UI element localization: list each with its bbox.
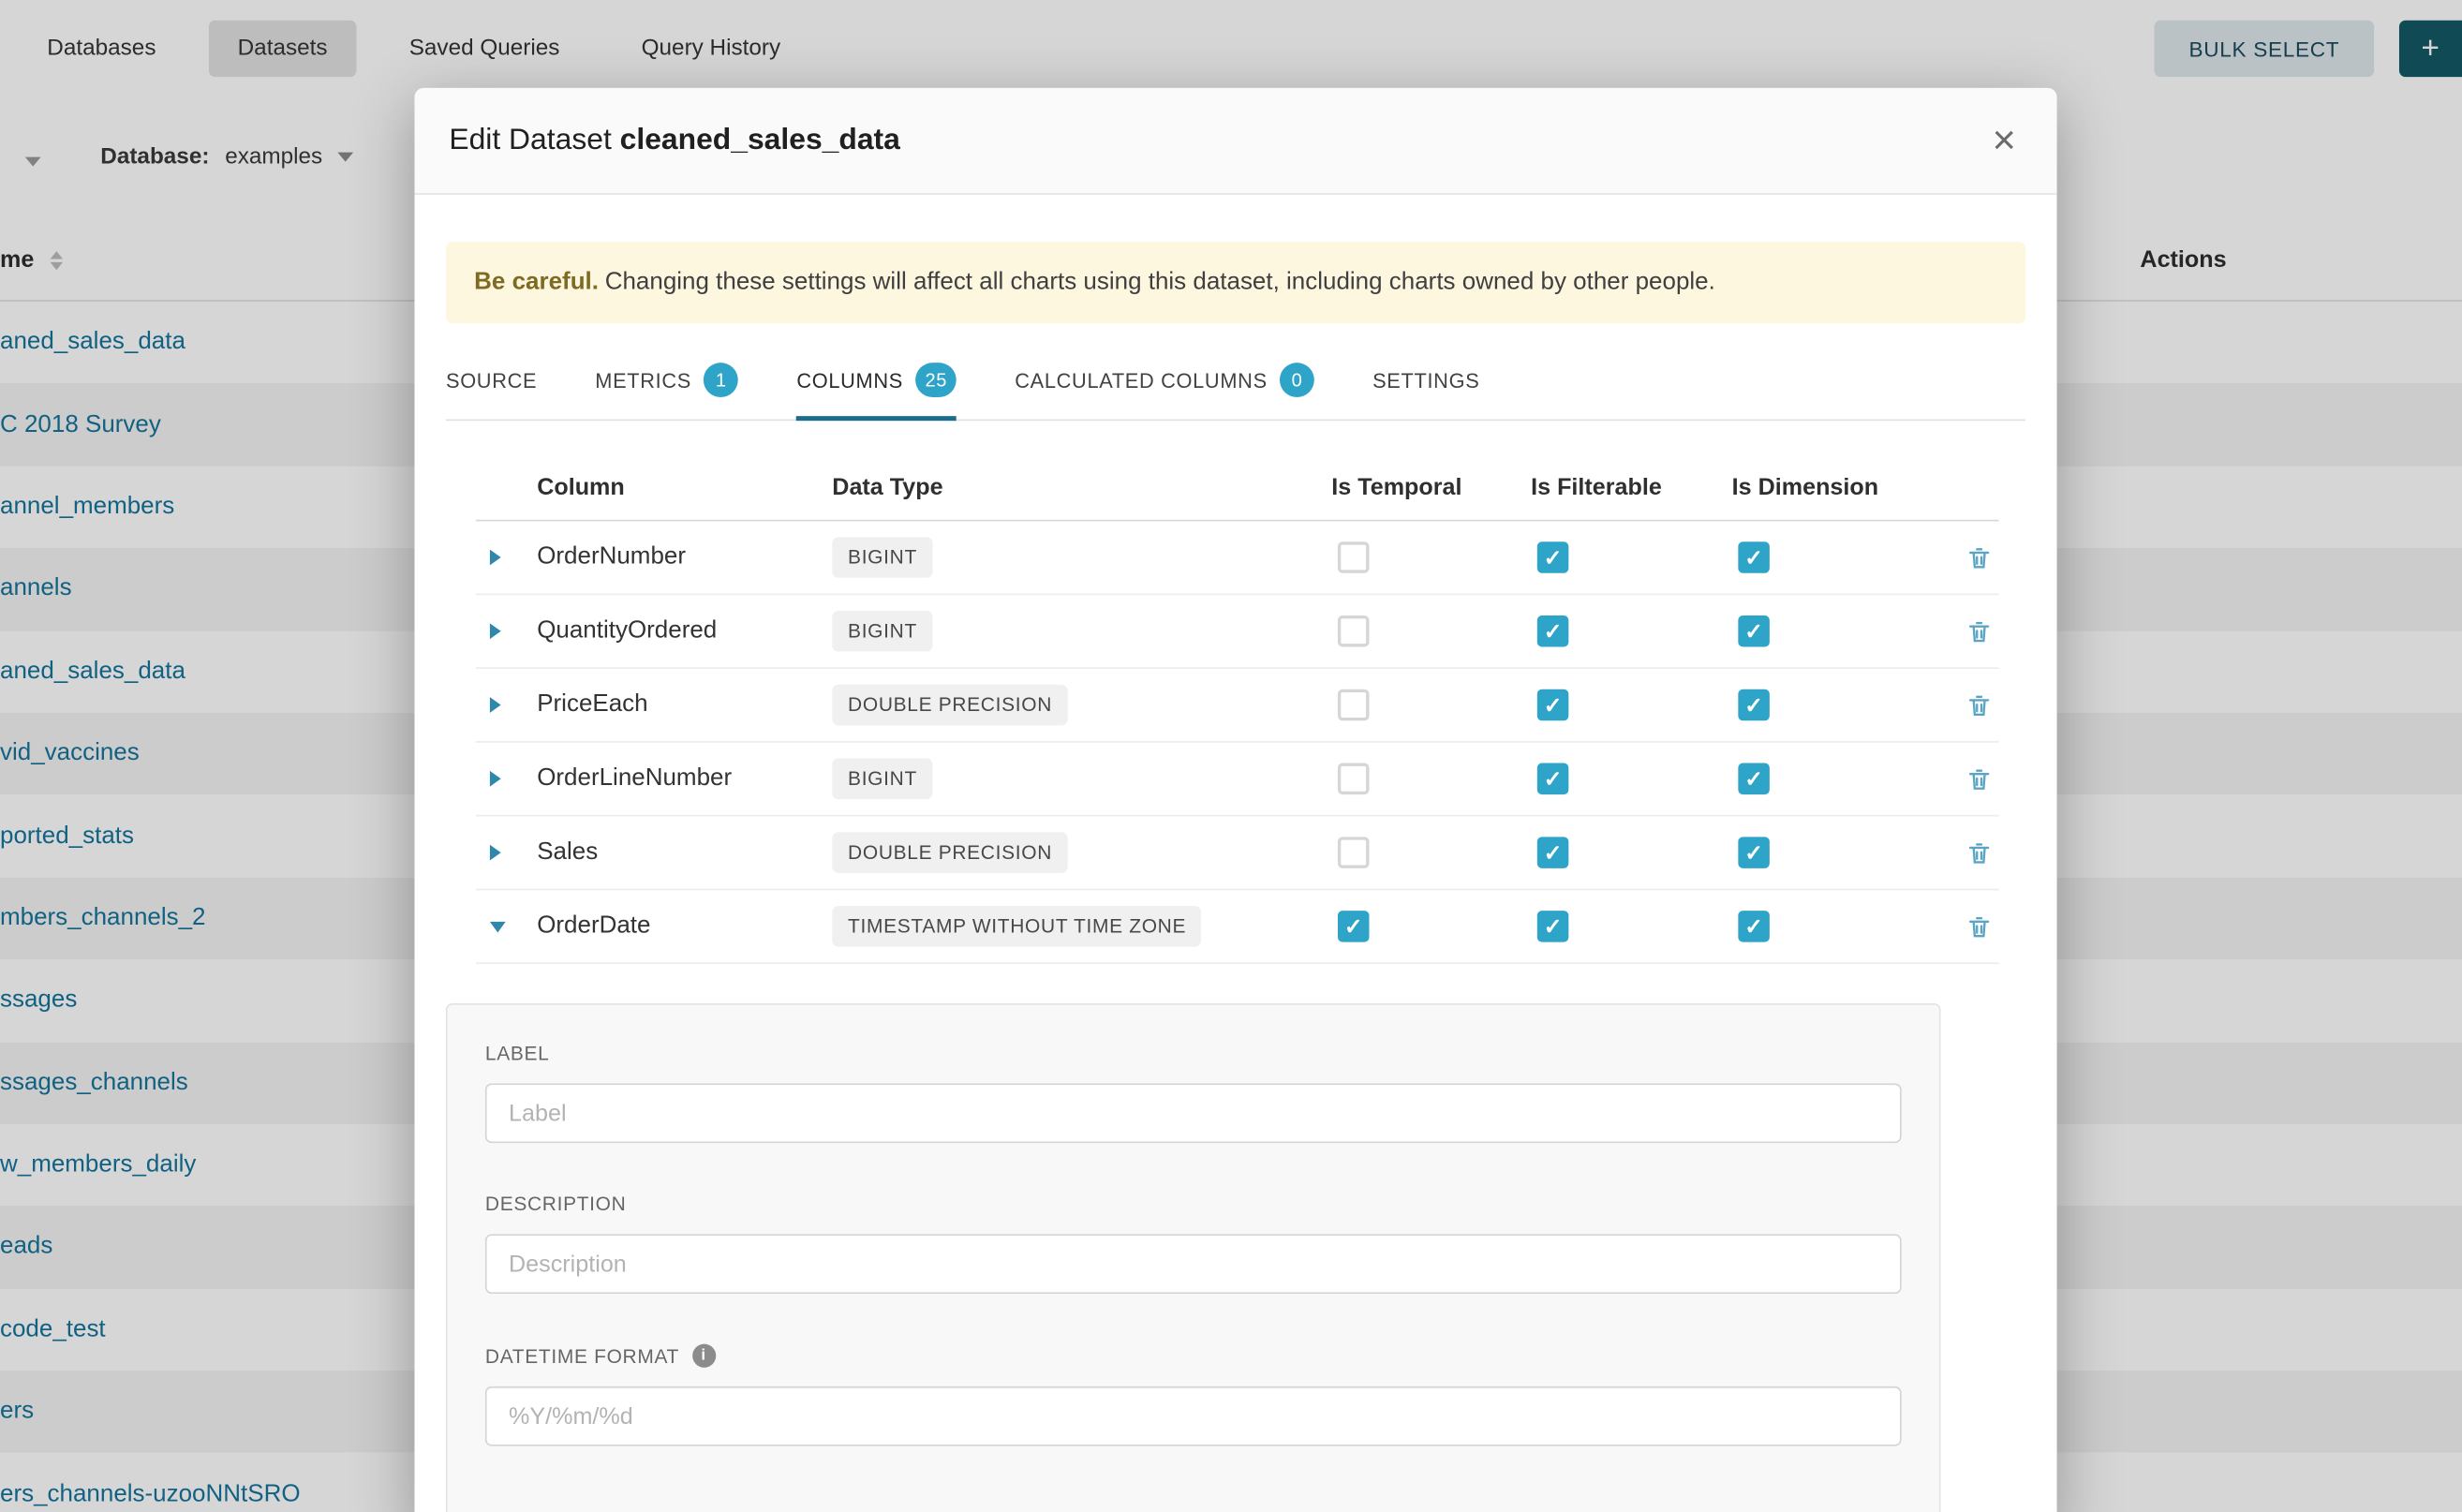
is-temporal-checkbox[interactable] xyxy=(1338,763,1370,795)
header-column: Column xyxy=(537,474,832,500)
is-dimension-checkbox[interactable] xyxy=(1738,615,1770,647)
column-row: PriceEach DOUBLE PRECISION xyxy=(476,669,1999,743)
modal-tabs: SOURCE METRICS 1 COLUMNS 25 CALCULATED C… xyxy=(446,346,2025,421)
close-icon[interactable]: × xyxy=(1980,113,2028,167)
modal-header: Edit Dataset cleaned_sales_data × xyxy=(414,88,2056,195)
datetime-format-field-label: DATETIME FORMAT i xyxy=(485,1344,1902,1368)
column-name: QuantityOrdered xyxy=(537,617,832,645)
modal-title-prefix: Edit Dataset xyxy=(449,124,611,156)
tab-source[interactable]: SOURCE xyxy=(446,346,537,421)
delete-icon[interactable] xyxy=(1960,538,1999,577)
tab-metrics[interactable]: METRICS 1 xyxy=(595,346,738,421)
header-is-temporal: Is Temporal xyxy=(1331,474,1531,500)
column-row: OrderNumber BIGINT xyxy=(476,521,1999,595)
is-temporal-checkbox[interactable] xyxy=(1338,615,1370,647)
column-name: OrderNumber xyxy=(537,543,832,571)
description-input[interactable] xyxy=(485,1234,1902,1294)
is-filterable-checkbox[interactable] xyxy=(1537,763,1569,795)
data-type-pill: BIGINT xyxy=(832,537,932,578)
data-type-pill: BIGINT xyxy=(832,611,932,652)
tab-label: SETTINGS xyxy=(1372,368,1479,392)
column-name: OrderDate xyxy=(537,912,832,941)
delete-icon[interactable] xyxy=(1960,686,1999,725)
is-dimension-checkbox[interactable] xyxy=(1738,763,1770,795)
edit-dataset-modal: Edit Dataset cleaned_sales_data × Be car… xyxy=(414,88,2056,1512)
label-field-label: LABEL xyxy=(485,1043,1902,1064)
is-dimension-checkbox[interactable] xyxy=(1738,541,1770,573)
is-filterable-checkbox[interactable] xyxy=(1537,837,1569,868)
is-dimension-checkbox[interactable] xyxy=(1738,689,1770,721)
tab-label: CALCULATED COLUMNS xyxy=(1015,368,1268,392)
header-data-type: Data Type xyxy=(832,474,1331,500)
delete-icon[interactable] xyxy=(1960,833,1999,872)
warning-text: Changing these settings will affect all … xyxy=(605,269,1715,295)
tab-settings[interactable]: SETTINGS xyxy=(1372,346,1479,421)
is-dimension-checkbox[interactable] xyxy=(1738,911,1770,942)
delete-icon[interactable] xyxy=(1960,759,1999,798)
tab-columns[interactable]: COLUMNS 25 xyxy=(796,346,957,421)
label-field-group: LABEL xyxy=(485,1043,1902,1143)
column-name: OrderLineNumber xyxy=(537,764,832,793)
column-name: PriceEach xyxy=(537,690,832,719)
columns-table-header: Column Data Type Is Temporal Is Filterab… xyxy=(476,455,1999,521)
column-row: OrderLineNumber BIGINT xyxy=(476,743,1999,817)
tab-label: SOURCE xyxy=(446,368,537,392)
delete-icon[interactable] xyxy=(1960,612,1999,651)
collapse-caret-icon[interactable] xyxy=(490,921,506,932)
is-temporal-checkbox[interactable] xyxy=(1338,689,1370,721)
data-type-pill: TIMESTAMP WITHOUT TIME ZONE xyxy=(832,906,1202,947)
datetime-format-label-text: DATETIME FORMAT xyxy=(485,1345,679,1367)
modal-title-dataset-name: cleaned_sales_data xyxy=(620,124,900,156)
is-temporal-checkbox[interactable] xyxy=(1338,541,1370,573)
column-name: Sales xyxy=(537,838,832,867)
expand-caret-icon[interactable] xyxy=(490,697,501,713)
is-filterable-checkbox[interactable] xyxy=(1537,541,1569,573)
is-temporal-checkbox[interactable] xyxy=(1338,911,1370,942)
tab-count-badge: 25 xyxy=(915,363,957,397)
expand-caret-icon[interactable] xyxy=(490,550,501,566)
tab-count-badge: 1 xyxy=(704,363,738,397)
column-detail-panel: LABEL DESCRIPTION DATETIME FORMAT i xyxy=(446,1003,1941,1512)
warning-banner: Be careful.Changing these settings will … xyxy=(446,242,2025,323)
modal-title: Edit Dataset cleaned_sales_data xyxy=(449,124,900,158)
columns-table: Column Data Type Is Temporal Is Filterab… xyxy=(476,455,1999,964)
info-icon[interactable]: i xyxy=(691,1344,715,1368)
datetime-format-field-group: DATETIME FORMAT i xyxy=(485,1344,1902,1446)
is-filterable-checkbox[interactable] xyxy=(1537,911,1569,942)
description-field-label: DESCRIPTION xyxy=(485,1193,1902,1215)
is-filterable-checkbox[interactable] xyxy=(1537,615,1569,647)
tab-calculated-columns[interactable]: CALCULATED COLUMNS 0 xyxy=(1015,346,1314,421)
is-dimension-checkbox[interactable] xyxy=(1738,837,1770,868)
column-row: Sales DOUBLE PRECISION xyxy=(476,817,1999,891)
expand-caret-icon[interactable] xyxy=(490,771,501,787)
datetime-format-input[interactable] xyxy=(485,1386,1902,1446)
screen: Databases Datasets Saved Queries Query H… xyxy=(0,0,2462,1512)
tab-count-badge: 0 xyxy=(1280,363,1314,397)
label-input[interactable] xyxy=(485,1083,1902,1143)
warning-lead: Be careful. xyxy=(474,269,599,295)
description-field-group: DESCRIPTION xyxy=(485,1193,1902,1294)
column-row: QuantityOrdered BIGINT xyxy=(476,595,1999,669)
tab-label: COLUMNS xyxy=(796,368,903,392)
header-is-dimension: Is Dimension xyxy=(1732,474,1936,500)
is-temporal-checkbox[interactable] xyxy=(1338,837,1370,868)
expand-caret-icon[interactable] xyxy=(490,623,501,639)
modal-body: Be careful.Changing these settings will … xyxy=(414,195,2056,1512)
column-row-expanded: OrderDate TIMESTAMP WITHOUT TIME ZONE xyxy=(476,890,1999,964)
header-is-filterable: Is Filterable xyxy=(1531,474,1732,500)
expand-caret-icon[interactable] xyxy=(490,845,501,861)
tab-label: METRICS xyxy=(595,368,691,392)
data-type-pill: DOUBLE PRECISION xyxy=(832,685,1067,726)
data-type-pill: DOUBLE PRECISION xyxy=(832,832,1067,873)
delete-icon[interactable] xyxy=(1960,907,1999,946)
is-filterable-checkbox[interactable] xyxy=(1537,689,1569,721)
data-type-pill: BIGINT xyxy=(832,759,932,800)
